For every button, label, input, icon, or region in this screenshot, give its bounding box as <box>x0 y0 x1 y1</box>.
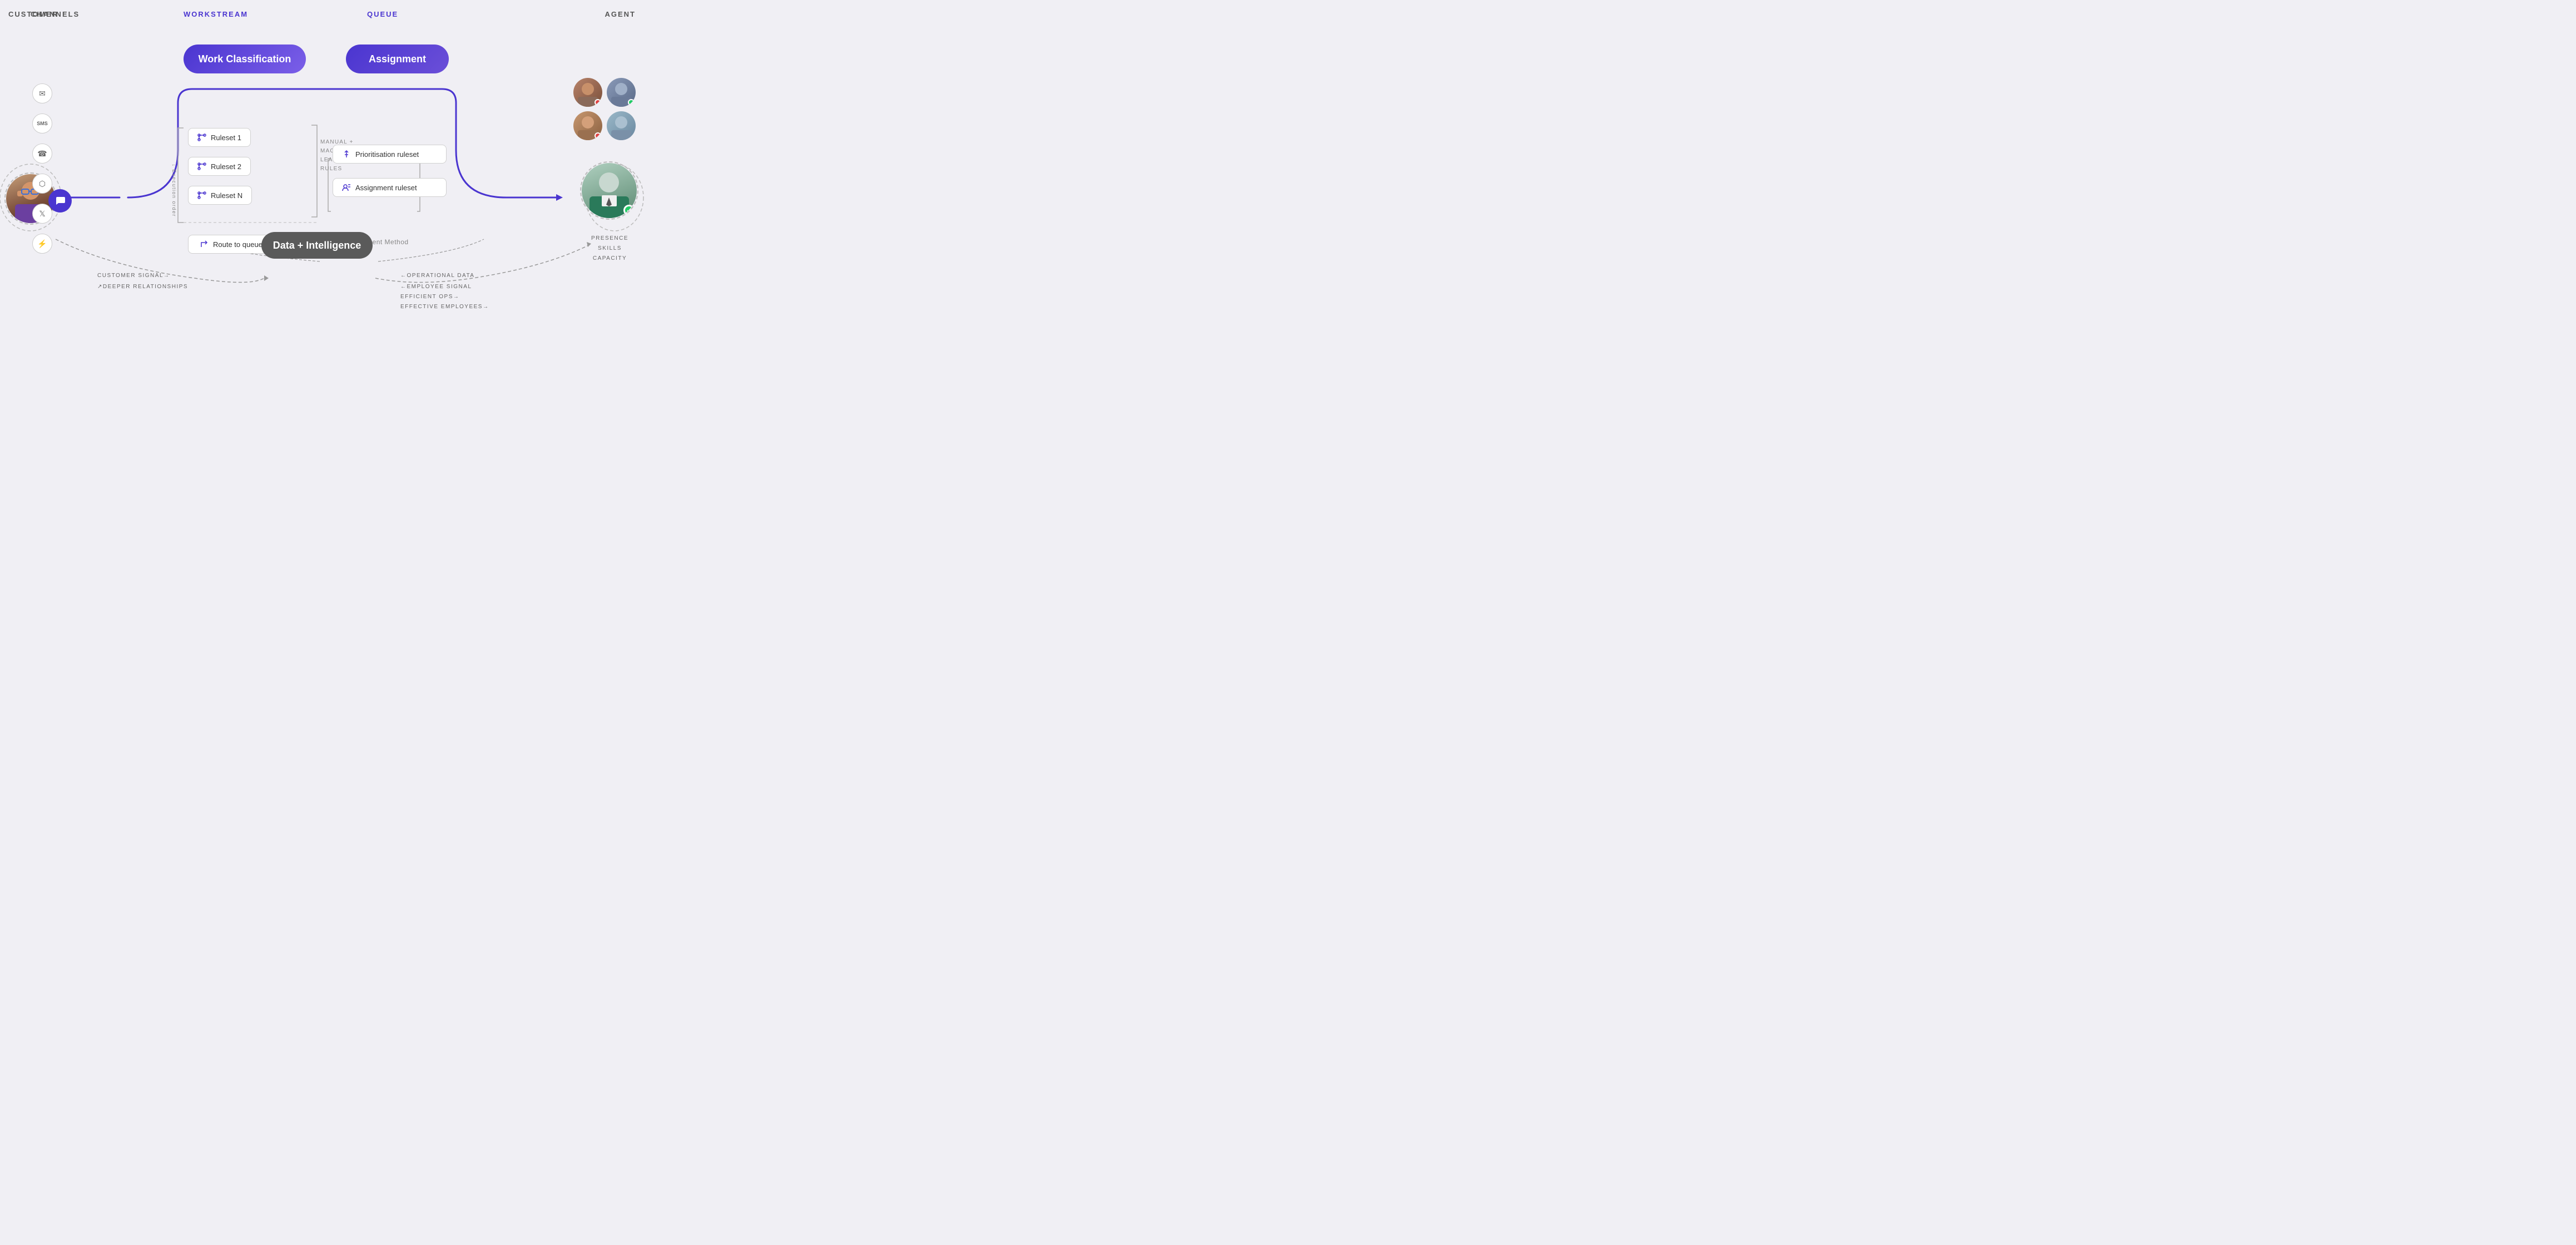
customer-signal-label: CUSTOMER SIGNAL→ <box>97 273 170 279</box>
twitter-channel-icon[interactable]: 𝕏 <box>32 204 52 224</box>
header-agent: AGENT <box>605 10 636 18</box>
data-intelligence-pill: Data + Intelligence <box>261 232 373 259</box>
agent-avatar-4 <box>607 111 636 140</box>
agent-labels-group: PRESENCE SKILLS CAPACITY <box>591 234 628 264</box>
sms-channel-icon[interactable]: SMS <box>32 113 52 134</box>
efficient-ops-label: EFFICIENT OPS→ <box>400 294 459 300</box>
ruleset-n-box[interactable]: Ruleset N <box>188 186 252 205</box>
agent-avatars-group <box>573 78 636 140</box>
agent-avatar-2 <box>607 78 636 107</box>
box-channel-icon[interactable]: ⬡ <box>32 174 52 194</box>
channels-column: ✉ SMS ☎ ⬡ 𝕏 ⚡ <box>32 83 52 254</box>
agent-avatar-1 <box>573 78 602 107</box>
execution-order-label: ↓ Execution order <box>171 128 177 217</box>
ruleset-1-box[interactable]: Ruleset 1 <box>188 128 251 147</box>
deeper-relationships-label: ↗DEEPER RELATIONSHIPS <box>97 284 188 290</box>
ruleset-2-box[interactable]: Ruleset 2 <box>188 157 251 176</box>
operational-data-label: ←OPERATIONAL DATA <box>400 273 474 279</box>
assignment-pill: Assignment <box>346 45 449 73</box>
employee-signal-label: ←EMPLOYEE SIGNAL <box>400 284 472 290</box>
prioritisation-ruleset-box[interactable]: Prioritisation ruleset <box>333 145 447 164</box>
header-channels: CHANNELS <box>31 10 80 18</box>
work-classification-pill: Work Classification <box>184 45 306 73</box>
email-channel-icon[interactable]: ✉ <box>32 83 52 103</box>
header-queue: QUEUE <box>367 10 398 18</box>
chat-bubble-icon <box>48 189 72 213</box>
effective-employees-label: EFFECTIVE EMPLOYEES→ <box>400 304 489 310</box>
header-workstream: WORKSTREAM <box>184 10 248 18</box>
main-agent-avatar-ring <box>580 161 638 220</box>
phone-channel-icon[interactable]: ☎ <box>32 144 52 164</box>
diagram-container: CUSTOMER CHANNELS WORKSTREAM QUEUE AGENT… <box>0 0 644 312</box>
messenger-channel-icon[interactable]: ⚡ <box>32 234 52 254</box>
assignment-ruleset-box[interactable]: Assignment ruleset <box>333 178 447 197</box>
agent-avatar-3 <box>573 111 602 140</box>
main-agent-avatar <box>582 163 637 218</box>
